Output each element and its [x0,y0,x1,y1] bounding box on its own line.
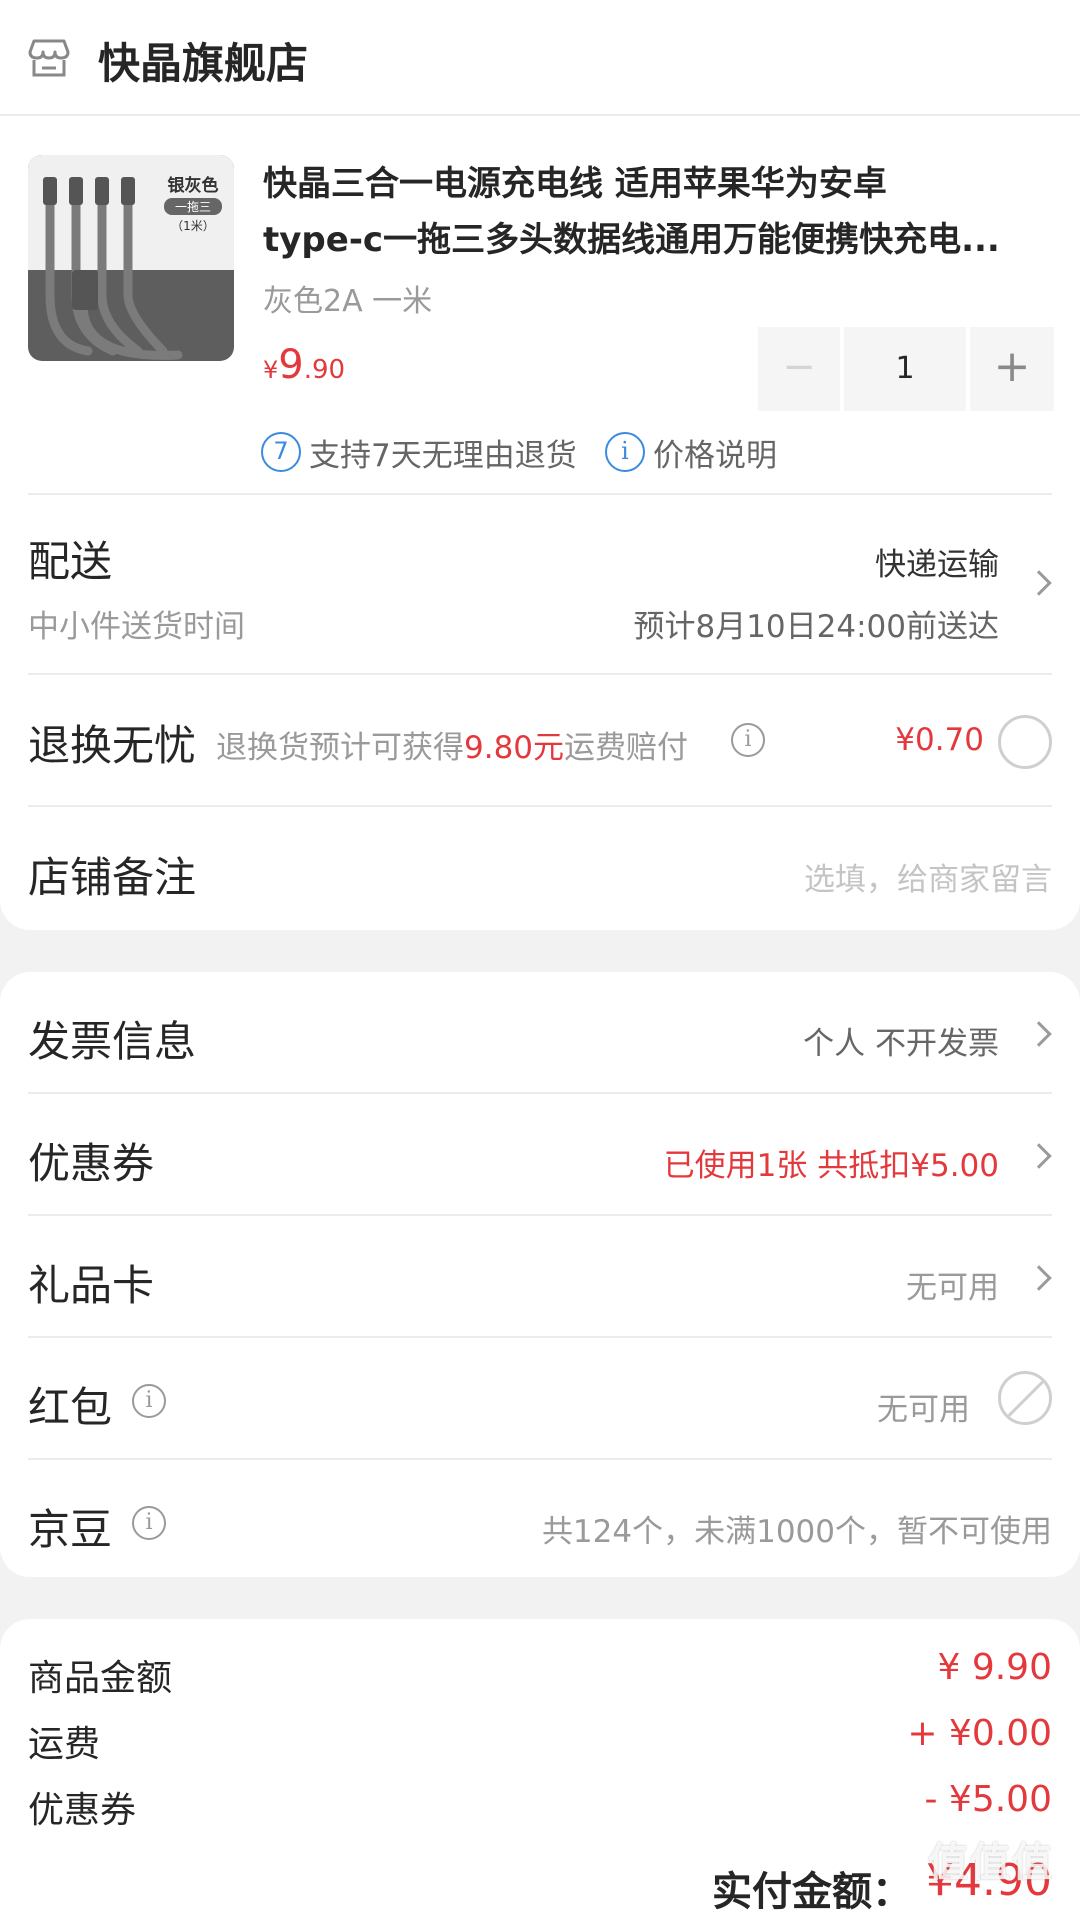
summary-label-coupon: 优惠券 [28,1790,137,1831]
jd-beans-title: 京豆 [28,1505,113,1554]
price-integer: 9 [278,342,304,388]
disabled-icon [998,1371,1052,1425]
return-insurance-row[interactable]: 退换无忧 退换货预计可获得9.80元运费赔付 i ¥0.70 [0,675,1080,805]
order-store-card: 快晶旗舰店 银灰色 一拖三 （1米） 快晶三合一电源充电线 适用苹果华为安卓 t… [0,0,1080,930]
minus-icon: − [782,344,816,390]
price-decimal: .90 [303,355,346,385]
price-symbol: ¥ [263,356,279,384]
info-icon[interactable]: i [132,1384,166,1418]
thumbnail-tag: 银灰色 一拖三 （1米） [158,171,228,234]
invoice-title: 发票信息 [28,1017,197,1066]
plus-icon: + [993,341,1031,392]
thumbnail-tag-type: 一拖三 [164,198,222,215]
delivery-eta: 预计8月10日24:00前送达 [633,609,999,645]
jd-beans-value: 共124个，未满1000个，暂不可使用 [541,1514,1052,1550]
summary-value-goods: ¥ 9.90 [937,1647,1052,1688]
divider [0,114,1080,116]
info-icon[interactable]: i [132,1506,166,1540]
return-desc-suffix: 运费赔付 [564,730,689,766]
product-title[interactable]: 快晶三合一电源充电线 适用苹果华为安卓 type-c一拖三多头数据线通用万能便携… [263,156,1063,268]
coupon-title: 优惠券 [28,1139,155,1188]
quantity-stepper: − 1 + [758,327,1054,411]
decrease-button[interactable]: − [758,327,840,411]
watermark: 值值值 [928,1830,1078,1888]
store-header[interactable]: 快晶旗舰店 [0,0,1080,115]
chevron-right-icon [1026,1021,1052,1047]
red-packet-row: 红包 i 无可用 [0,1338,1080,1458]
info-icon: i [605,432,645,472]
delivery-subtitle: 中小件送货时间 [28,609,245,645]
return-insurance-title: 退换无忧 [28,721,197,770]
price-summary-card: 商品金额 ¥ 9.90 运费 + ¥0.00 优惠券 - ¥5.00 实付金额：… [0,1619,1080,1914]
jd-beans-row: 京豆 i 共124个，未满1000个，暂不可使用 [0,1460,1080,1577]
store-name: 快晶旗舰店 [98,39,309,88]
coupon-value: 已使用1张 共抵扣¥5.00 [663,1148,999,1184]
quantity-input[interactable]: 1 [844,327,966,411]
store-remark-title: 店铺备注 [28,853,197,902]
delivery-row[interactable]: 配送 中小件送货时间 快递运输 预计8月10日24:00前送达 [0,495,1080,673]
info-icon[interactable]: i [731,723,765,757]
return-insurance-checkbox[interactable] [998,715,1052,769]
thumbnail-tag-color: 银灰色 [167,176,219,196]
summary-label-shipping: 运费 [28,1724,101,1765]
delivery-title: 配送 [28,537,113,586]
store-icon [28,38,70,78]
product-title-line1: 快晶三合一电源充电线 适用苹果华为安卓 [263,164,887,204]
summary-label-goods: 商品金额 [28,1658,173,1699]
product-thumbnail[interactable]: 银灰色 一拖三 （1米） [28,155,234,361]
payment-options-card: 发票信息 个人 不开发票 优惠券 已使用1张 共抵扣¥5.00 礼品卡 无可用 … [0,972,1080,1577]
red-packet-value: 无可用 [877,1392,970,1428]
seven-day-icon: 7 [261,432,301,472]
gift-card-value: 无可用 [906,1270,999,1306]
delivery-method: 快递运输 [875,547,999,583]
return-insurance-desc: 退换货预计可获得9.80元运费赔付 [216,722,688,767]
invoice-value: 个人 不开发票 [803,1026,999,1062]
total-label: 实付金额： [712,1869,912,1914]
disabled-slash [1004,1375,1049,1420]
summary-value-coupon: - ¥5.00 [924,1779,1053,1820]
red-packet-title: 红包 [28,1383,113,1432]
gift-card-title: 礼品卡 [28,1261,155,1310]
thumbnail-tag-length: （1米） [171,219,215,233]
watermark-logo: 值值值 [928,1840,1054,1886]
product-title-line2: type-c一拖三多头数据线通用万能便携快充电... [263,220,1000,260]
product-spec: 灰色2A 一米 [263,284,433,319]
chevron-right-icon [1026,1265,1052,1291]
chevron-right-icon [1026,570,1052,596]
product-price: ¥9.90 [263,342,345,388]
price-info-text: 价格说明 [653,438,777,474]
coupon-row[interactable]: 优惠券 已使用1张 共抵扣¥5.00 [0,1094,1080,1214]
return-desc-prefix: 退换货预计可获得 [216,730,464,766]
chevron-right-icon [1026,1143,1052,1169]
service-return-text: 支持7天无理由退货 [309,438,577,474]
summary-value-shipping: + ¥0.00 [907,1713,1052,1754]
return-desc-amount: 9.80元 [464,730,565,766]
return-insurance-price: ¥0.70 [895,722,984,758]
store-remark-input[interactable]: 选填，给商家留言 [804,854,1052,899]
increase-button[interactable]: + [970,327,1054,411]
store-remark-row: 店铺备注 选填，给商家留言 [0,807,1080,930]
invoice-row[interactable]: 发票信息 个人 不开发票 [0,972,1080,1092]
gift-card-row[interactable]: 礼品卡 无可用 [0,1216,1080,1336]
